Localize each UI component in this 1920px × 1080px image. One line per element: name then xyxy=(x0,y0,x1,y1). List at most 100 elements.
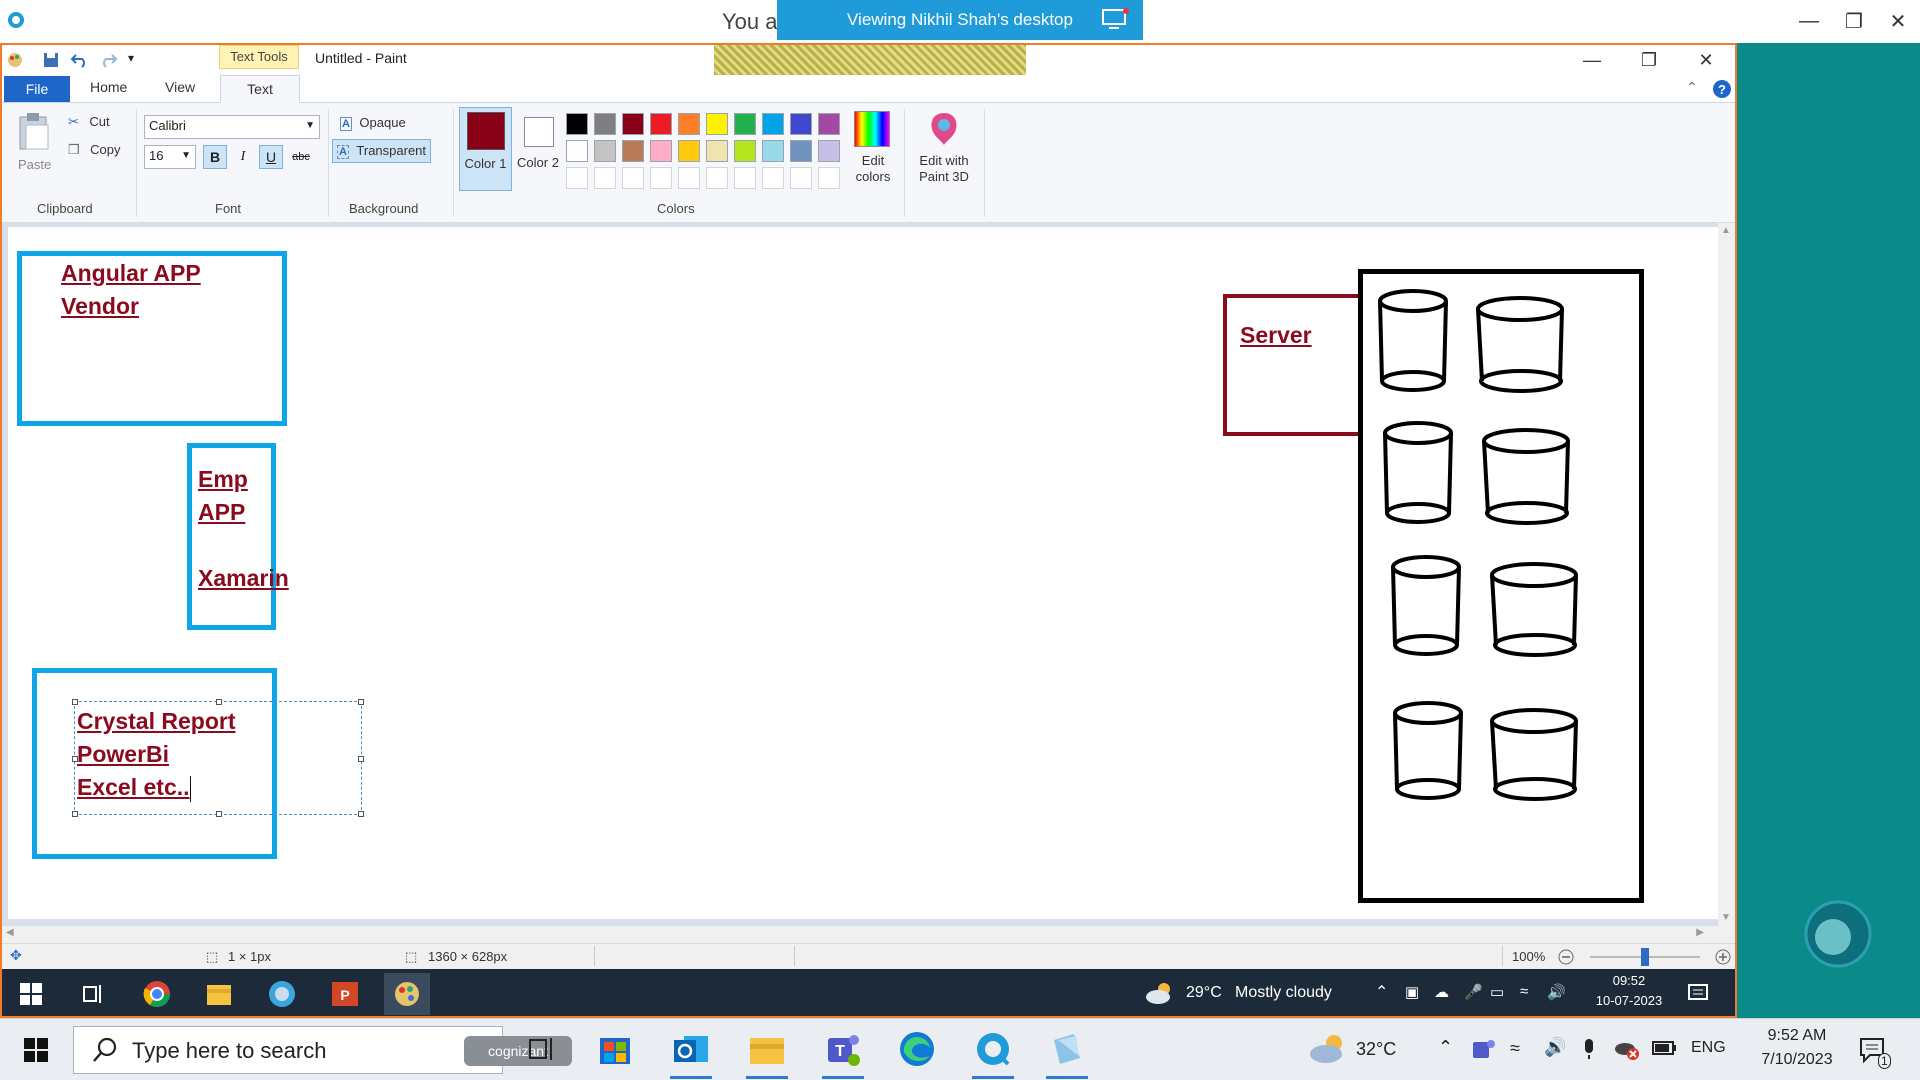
remote-notification-icon[interactable] xyxy=(1687,983,1709,1005)
remote-volume-icon[interactable]: 🔊 xyxy=(1547,983,1566,1001)
remote-viewer-icon[interactable] xyxy=(972,1028,1014,1070)
italic-button[interactable]: I xyxy=(231,145,255,169)
palette-swatch[interactable] xyxy=(706,113,728,135)
remote-viewer-icon[interactable] xyxy=(267,979,297,1009)
horizontal-scrollbar[interactable]: ◀ ▶ xyxy=(2,926,1718,943)
resize-handle[interactable] xyxy=(358,699,364,705)
zoom-slider-thumb[interactable] xyxy=(1641,948,1649,966)
windows-start-icon[interactable] xyxy=(24,1038,48,1062)
zoom-out-icon[interactable] xyxy=(1557,948,1575,966)
local-time[interactable]: 9:52 AM xyxy=(1752,1027,1842,1045)
floating-assistant-icon[interactable] xyxy=(1803,899,1873,969)
microsoft-store-icon[interactable] xyxy=(594,1028,636,1070)
quick-access-dropdown-icon[interactable]: ▾ xyxy=(128,51,134,65)
wifi-icon[interactable]: ≈ xyxy=(1510,1038,1520,1059)
palette-swatch[interactable] xyxy=(818,167,840,189)
resize-handle[interactable] xyxy=(72,811,78,817)
palette-swatch[interactable] xyxy=(818,140,840,162)
bold-button[interactable]: B xyxy=(203,145,227,169)
palette-swatch[interactable] xyxy=(678,113,700,135)
tab-view[interactable]: View xyxy=(165,79,195,95)
palette-swatch[interactable] xyxy=(762,113,784,135)
tab-file[interactable]: File xyxy=(4,76,70,102)
language-indicator[interactable]: ENG xyxy=(1691,1039,1726,1057)
opaque-button[interactable]: A Opaque xyxy=(336,113,410,135)
local-date[interactable]: 7/10/2023 xyxy=(1744,1051,1850,1069)
strikethrough-button[interactable]: abc xyxy=(289,145,313,169)
vertical-scrollbar[interactable]: ▲ ▼ xyxy=(1718,223,1735,943)
scroll-left-icon[interactable]: ◀ xyxy=(6,927,14,938)
remote-battery-icon[interactable]: ▭ xyxy=(1490,983,1504,1001)
palette-swatch[interactable] xyxy=(678,140,700,162)
onedrive-error-icon[interactable] xyxy=(1614,1037,1640,1061)
copy-button[interactable]: ❐ Copy xyxy=(68,141,120,159)
palette-swatch[interactable] xyxy=(566,167,588,189)
weather-cloudy-icon[interactable] xyxy=(1308,1033,1348,1065)
task-view-icon[interactable] xyxy=(82,983,104,1005)
drawing-canvas[interactable]: Angular APP Vendor Emp APP Xamarin Cryst… xyxy=(8,227,1718,919)
file-explorer-icon[interactable] xyxy=(205,981,233,1007)
palette-swatch[interactable] xyxy=(678,167,700,189)
teams-icon[interactable]: T xyxy=(822,1028,864,1070)
scroll-up-icon[interactable]: ▲ xyxy=(1721,225,1731,236)
cut-button[interactable]: ✂ Cut xyxy=(68,113,110,131)
report-text[interactable]: Crystal Report PowerBi Excel etc.. xyxy=(77,705,235,804)
palette-swatch[interactable] xyxy=(734,167,756,189)
file-explorer-icon[interactable] xyxy=(746,1028,788,1070)
palette-swatch[interactable] xyxy=(706,140,728,162)
remote-microphone-icon[interactable]: 🎤 xyxy=(1464,983,1483,1001)
redo-icon[interactable] xyxy=(98,51,118,69)
palette-swatch[interactable] xyxy=(594,167,616,189)
show-hidden-icons[interactable]: ⌃ xyxy=(1438,1037,1453,1058)
palette-swatch[interactable] xyxy=(566,140,588,162)
palette-swatch[interactable] xyxy=(790,140,812,162)
paint-minimize-button[interactable]: — xyxy=(1572,47,1612,73)
volume-icon[interactable]: 🔊 xyxy=(1544,1037,1566,1058)
color1-button[interactable]: Color 1 xyxy=(459,107,512,191)
edit-with-paint3d-button[interactable]: Edit with Paint 3D xyxy=(910,107,978,187)
resize-handle[interactable] xyxy=(358,756,364,762)
paste-button[interactable]: Paste xyxy=(12,109,60,179)
resize-handle[interactable] xyxy=(216,811,222,817)
help-icon[interactable]: ? xyxy=(1712,79,1732,99)
chrome-icon[interactable] xyxy=(142,979,172,1009)
notepad-icon[interactable] xyxy=(1046,1028,1088,1070)
palette-swatch[interactable] xyxy=(790,113,812,135)
palette-swatch[interactable] xyxy=(706,167,728,189)
color2-button[interactable]: Color 2 xyxy=(516,107,560,191)
scroll-down-icon[interactable]: ▼ xyxy=(1721,912,1731,923)
scroll-right-icon[interactable]: ▶ xyxy=(1696,927,1704,938)
tab-home[interactable]: Home xyxy=(90,79,127,95)
teams-tray-icon[interactable] xyxy=(1471,1038,1495,1060)
palette-swatch[interactable] xyxy=(650,167,672,189)
viewing-banner[interactable]: Viewing Nikhil Shah's desktop xyxy=(777,0,1143,40)
resize-handle[interactable] xyxy=(358,811,364,817)
palette-swatch[interactable] xyxy=(762,140,784,162)
palette-swatch[interactable] xyxy=(622,113,644,135)
zoom-in-icon[interactable] xyxy=(1714,948,1732,966)
palette-swatch[interactable] xyxy=(762,167,784,189)
save-icon[interactable] xyxy=(42,51,60,69)
paint-close-button[interactable]: ✕ xyxy=(1686,47,1726,73)
palette-swatch[interactable] xyxy=(650,140,672,162)
palette-swatch[interactable] xyxy=(734,140,756,162)
microphone-icon[interactable] xyxy=(1582,1037,1596,1061)
undo-icon[interactable] xyxy=(70,51,90,69)
font-size-select[interactable]: 16 ▼ xyxy=(144,145,196,169)
palette-swatch[interactable] xyxy=(622,167,644,189)
palette-swatch[interactable] xyxy=(594,140,616,162)
font-family-select[interactable]: Calibri ▼ xyxy=(144,115,320,139)
edge-icon[interactable] xyxy=(896,1028,938,1070)
paint-maximize-button[interactable]: ❐ xyxy=(1629,47,1669,73)
remote-show-hidden-icons[interactable]: ⌃ xyxy=(1375,982,1388,1002)
underline-button[interactable]: U xyxy=(259,145,283,169)
tab-text[interactable]: Text xyxy=(220,75,300,104)
taskbar-search-box[interactable]: Type here to search cognizant xyxy=(73,1026,572,1074)
viewer-restore-button[interactable]: ❐ xyxy=(1834,6,1874,36)
palette-swatch[interactable] xyxy=(650,113,672,135)
battery-icon[interactable] xyxy=(1652,1039,1678,1057)
palette-swatch[interactable] xyxy=(734,113,756,135)
collapse-ribbon-icon[interactable]: ⌃ xyxy=(1686,79,1698,96)
transparent-button[interactable]: A Transparent xyxy=(332,139,432,163)
viewer-minimize-button[interactable]: — xyxy=(1789,6,1829,36)
